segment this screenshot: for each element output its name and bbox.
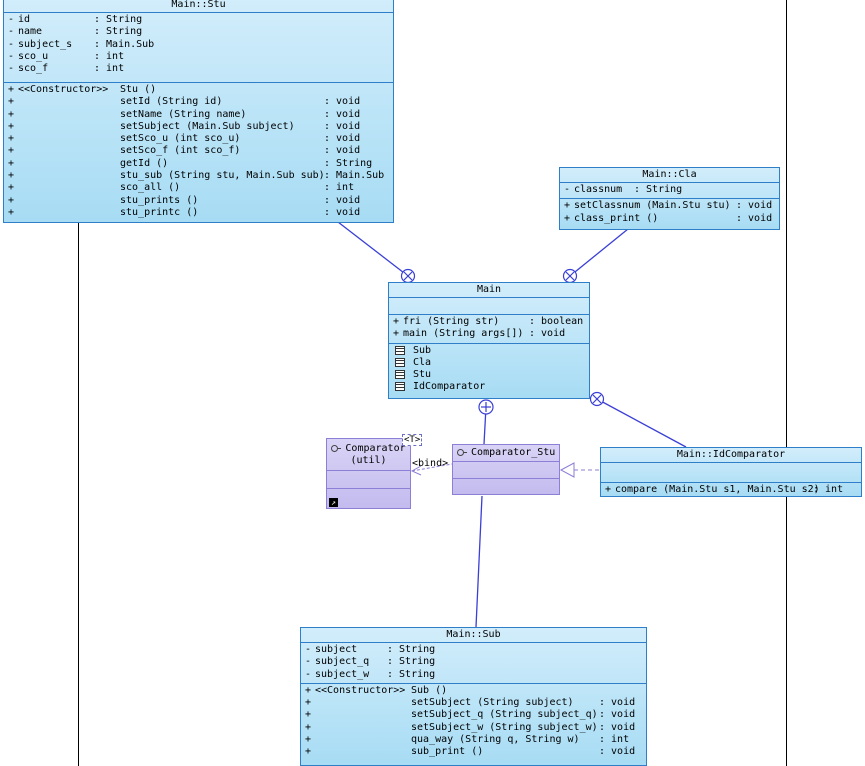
class-main-title: Main (389, 283, 589, 298)
class-main-nested: Sub Cla Stu IdComparator (389, 344, 589, 396)
nested-class-idcomparator[interactable]: IdComparator (389, 381, 589, 393)
operation-row: + stu_sub (String stu, Main.Sub sub): Mai… (8, 170, 385, 182)
class-main-operations: + fri (String str): boolean + main (String… (389, 315, 589, 344)
class-icon (395, 370, 405, 380)
class-cla-attributes: - classnum: String (560, 183, 779, 200)
attribute-row: - subject_s: Main.Sub (8, 38, 155, 50)
operation-row: + stu_printc (): void (8, 206, 361, 218)
class-icon (395, 345, 405, 355)
nested-class-stu[interactable]: Stu (389, 369, 589, 381)
class-idcomparator-attributes (601, 463, 861, 483)
interface-comparator-name: Comparator (345, 443, 406, 454)
class-sub-title: Main::Sub (301, 628, 646, 643)
operation-row: + setName (String name): void (8, 108, 361, 120)
nesting-line-cla (569, 228, 629, 277)
class-sub-operations: + <<Constructor>> Sub () + setSubject (Stri… (301, 684, 646, 761)
class-idcomparator[interactable]: Main::IdComparator + compare (Main.Stu s1… (600, 447, 862, 497)
class-stu-attributes: - id: String - name: String - subject_s: Ma… (4, 13, 393, 83)
class-cla-title: Main::Cla (560, 168, 779, 183)
attribute-row: - subject_w: String (305, 668, 436, 680)
interface-comparator-package: (util) (350, 455, 387, 466)
class-idcomparator-title: Main::IdComparator (601, 448, 861, 463)
operation-row: + class_print (): void (564, 212, 773, 224)
attribute-row: - sco_u: int (8, 50, 125, 62)
nesting-marker-stu (400, 268, 416, 284)
interface-icon (331, 444, 342, 452)
operation-row: + setSubject_q (String subject_q): void (305, 709, 636, 721)
class-sub[interactable]: Main::Sub - subject: String - subject_q: S… (300, 627, 647, 766)
attribute-row: - id: String (8, 14, 143, 25)
operation-row: + <<Constructor>> Sub () (305, 684, 448, 696)
operation-row: + setSco_f (int sco_f): void (8, 145, 361, 157)
class-idcomparator-operations: + compare (Main.Stu s1, Main.Stu s2): int (601, 483, 861, 498)
operation-row: + setSubject (Main.Sub subject): void (8, 120, 361, 132)
interface-icon (457, 448, 467, 456)
operation-row: + <<Constructor>> Stu () (8, 84, 157, 95)
class-stu-title: Main::Stu (4, 0, 393, 13)
nesting-marker-cla (562, 268, 578, 284)
attribute-row: - classnum: String (564, 184, 683, 195)
operation-row: + compare (Main.Stu s1, Main.Stu s2): int (605, 484, 844, 495)
operation-row: + setId (String id): void (8, 96, 361, 108)
class-comparator-stu[interactable]: Comparator_Stu (452, 444, 560, 495)
interface-comparator-attributes (327, 471, 410, 489)
class-stu-operations: + <<Constructor>> Stu () + setId (String id… (4, 83, 393, 221)
attribute-row: - subject: String (305, 644, 436, 655)
nesting-line-stu (337, 221, 409, 277)
bind-label: <bind> (412, 458, 449, 469)
class-comparator-stu-attributes (453, 462, 559, 479)
attribute-row: - sco_f: int (8, 63, 125, 75)
class-icon (395, 382, 405, 392)
nesting-marker-idcomparator (589, 391, 605, 407)
association-line-sub (475, 495, 483, 628)
nesting-marker-comparator-stu (478, 399, 494, 415)
class-icon (395, 357, 405, 367)
realization-arrow (559, 462, 600, 478)
nested-class-cla[interactable]: Cla (389, 357, 589, 369)
class-comparator-stu-header: Comparator_Stu (453, 445, 559, 462)
type-parameter: <T> (402, 434, 423, 446)
class-main-attributes (389, 298, 589, 315)
operation-row: + getId (): String (8, 157, 373, 169)
class-stu[interactable]: Main::Stu - id: String - name: String - sub… (3, 0, 394, 223)
operation-row: + setClassnum (Main.Stu stu): void (564, 200, 773, 212)
attribute-row: - subject_q: String (305, 656, 436, 668)
interface-comparator[interactable]: Comparator (util) ↗ (326, 438, 411, 509)
operation-row: + main (String args[]): void (393, 328, 566, 340)
class-comparator-stu-name: Comparator_Stu (471, 447, 556, 458)
operation-row: + sco_all (): int (8, 182, 355, 194)
operation-row: + setSubject (String subject): void (305, 697, 636, 709)
class-sub-attributes: - subject: String - subject_q: String - sub… (301, 643, 646, 684)
class-main[interactable]: Main + fri (String str): boolean + main (S… (388, 282, 590, 399)
class-cla-operations: + setClassnum (Main.Stu stu): void + class… (560, 199, 779, 227)
interface-comparator-header: Comparator (util) (327, 439, 410, 471)
attribute-row: - name: String (8, 26, 143, 38)
operation-row: + fri (String str): boolean (393, 316, 584, 327)
nested-class-sub[interactable]: Sub (389, 345, 589, 357)
operation-row: + setSco_u (int sco_u): void (8, 133, 361, 145)
shortcut-icon: ↗ (329, 498, 338, 507)
operation-row: + sub_print (): void (305, 746, 636, 758)
operation-row: + setSubject_w (String subject_w): void (305, 721, 636, 733)
nesting-line-idcomparator (596, 398, 687, 448)
class-cla[interactable]: Main::Cla - classnum: String + setClassnum… (559, 167, 780, 230)
operation-row: + qua_way (String q, String w): int (305, 734, 630, 746)
operation-row: + stu_prints (): void (8, 194, 361, 206)
